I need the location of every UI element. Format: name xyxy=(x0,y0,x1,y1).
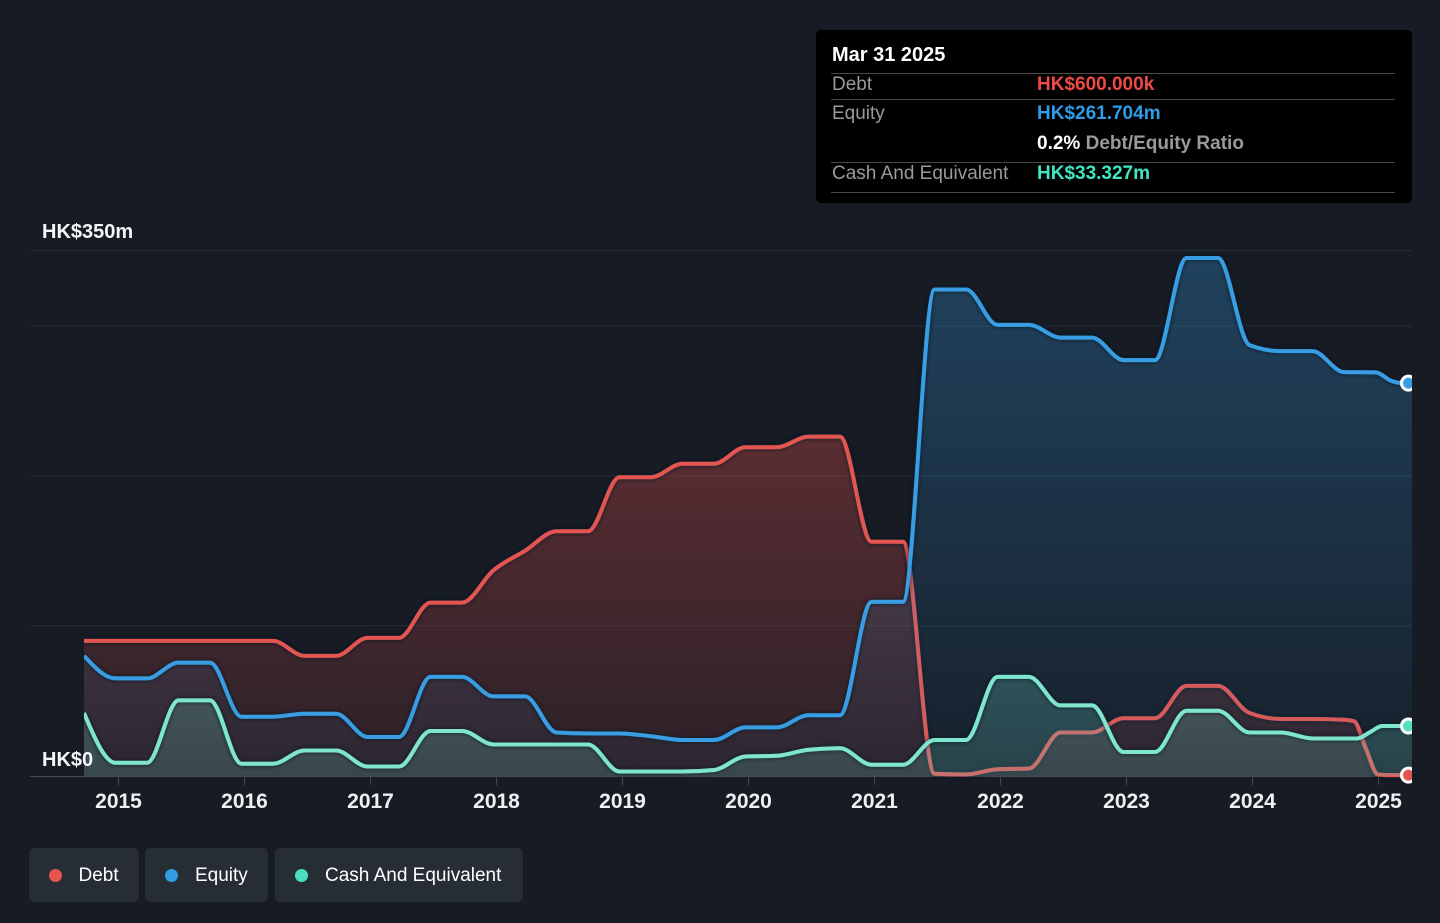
svg-text:HK$0: HK$0 xyxy=(42,749,93,771)
svg-text:2016: 2016 xyxy=(221,790,268,813)
svg-text:2020: 2020 xyxy=(725,790,772,813)
svg-text:2022: 2022 xyxy=(977,790,1024,813)
svg-text:2024: 2024 xyxy=(1229,790,1276,813)
svg-text:2025: 2025 xyxy=(1355,790,1402,813)
svg-text:2023: 2023 xyxy=(1103,790,1150,813)
svg-text:2019: 2019 xyxy=(599,790,646,813)
svg-text:2018: 2018 xyxy=(473,790,520,813)
svg-text:2015: 2015 xyxy=(95,790,142,813)
svg-text:2017: 2017 xyxy=(347,790,394,813)
svg-text:2021: 2021 xyxy=(851,790,898,813)
svg-text:HK$350m: HK$350m xyxy=(42,221,133,243)
